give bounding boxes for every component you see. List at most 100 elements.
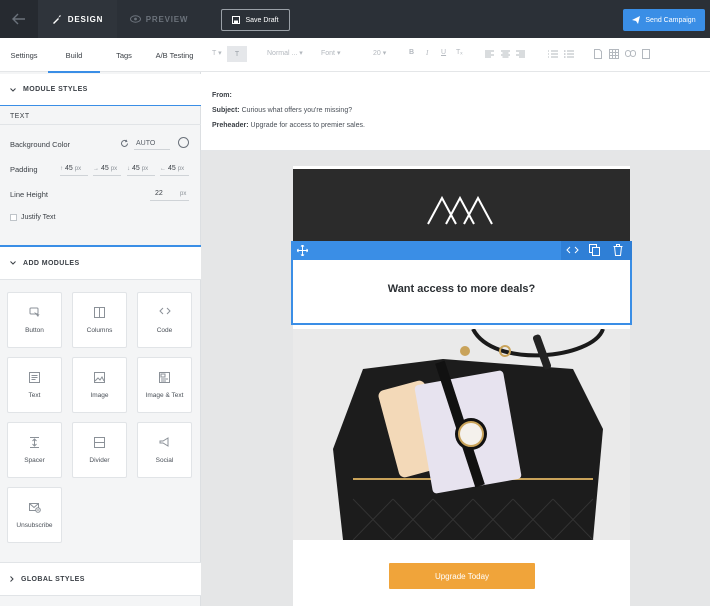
back-button[interactable] (0, 0, 38, 38)
module-actions (561, 241, 632, 260)
send-campaign-label: Send Campaign (645, 16, 696, 24)
justify-text-checkbox[interactable] (10, 214, 17, 221)
text-bg-color-button[interactable]: T (227, 46, 247, 62)
font-dropdown[interactable]: Font ▾ (321, 49, 340, 57)
email-headline[interactable]: Want access to more deals? (293, 283, 630, 295)
code-view-icon[interactable] (566, 246, 579, 254)
preheader-label: Preheader: (212, 122, 249, 129)
arrow-right-icon: → (93, 166, 99, 172)
product-photo[interactable] (293, 329, 630, 540)
bullet-list-icon[interactable] (564, 50, 574, 58)
tab-design-label: DESIGN (67, 14, 104, 24)
clear-format-button[interactable]: Tₓ (456, 49, 463, 56)
preheader-row[interactable]: Preheader: Upgrade for access to premier… (212, 122, 365, 129)
more-options-icon[interactable] (642, 49, 650, 59)
field-underline (93, 175, 121, 176)
upgrade-button[interactable]: Upgrade Today (389, 563, 535, 589)
module-image-text[interactable]: Image & Text (137, 357, 192, 413)
font-size-value: 20 (373, 50, 381, 57)
module-code[interactable]: Code (137, 292, 192, 348)
text-color-dropdown[interactable]: T ▾ (212, 49, 222, 57)
move-icon[interactable] (297, 245, 308, 256)
align-right-icon[interactable] (516, 50, 525, 58)
document-icon[interactable] (594, 49, 602, 59)
module-label: Image & Text (145, 392, 184, 399)
module-label: Button (25, 327, 44, 334)
global-styles-heading: GLOBAL STYLES (21, 575, 85, 583)
padding-bottom-field[interactable]: ↓ 45 px (127, 165, 148, 172)
add-modules-header[interactable]: ADD MODULES (0, 247, 201, 280)
link-icon[interactable] (625, 50, 636, 57)
columns-icon (94, 307, 105, 318)
button-icon (29, 307, 40, 317)
module-button[interactable]: Button (7, 292, 62, 348)
save-draft-label: Save Draft (245, 16, 279, 24)
module-unsubscribe[interactable]: Unsubscribe (7, 487, 62, 543)
padding-label: Padding (10, 165, 38, 174)
logo-block[interactable] (293, 169, 630, 241)
brush-icon (52, 15, 61, 24)
tab-design[interactable]: DESIGN (38, 0, 117, 38)
module-label: Spacer (24, 457, 45, 464)
module-label: Divider (89, 457, 110, 464)
text-section-label: TEXT (10, 113, 30, 120)
module-divider[interactable]: Divider (72, 422, 127, 478)
tab-preview[interactable]: PREVIEW (117, 0, 201, 38)
module-image[interactable]: Image (72, 357, 127, 413)
padding-left-value: 45 (168, 165, 176, 172)
chevron-right-icon (10, 576, 14, 582)
global-styles-header[interactable]: GLOBAL STYLES (0, 562, 201, 596)
paragraph-style-value: Normal ... (267, 50, 298, 57)
tab-ab-testing[interactable]: A/B Testing (148, 38, 201, 72)
field-underline (160, 175, 189, 176)
font-size-dropdown[interactable]: 20 ▾ (373, 49, 386, 57)
module-text[interactable]: Text (7, 357, 62, 413)
padding-top-value: 45 (65, 165, 73, 172)
color-swatch[interactable] (178, 137, 189, 148)
line-height-value[interactable]: 22 (155, 190, 163, 197)
image-icon (94, 372, 105, 383)
align-left-icon[interactable] (485, 50, 494, 58)
trash-icon[interactable] (613, 244, 623, 256)
tab-settings[interactable]: Settings (0, 38, 48, 72)
duplicate-icon[interactable] (589, 244, 600, 256)
bold-button[interactable]: B (409, 49, 414, 56)
subject-label: Subject: (212, 107, 240, 114)
send-icon (632, 16, 641, 24)
tab-build[interactable]: Build (48, 38, 100, 73)
refresh-icon[interactable] (120, 139, 129, 148)
padding-top-field[interactable]: ↑ 45 px (60, 165, 81, 172)
subject-row[interactable]: Subject: Curious what offers you're miss… (212, 107, 352, 114)
send-campaign-button[interactable]: Send Campaign (623, 9, 705, 31)
align-center-icon[interactable] (501, 50, 510, 58)
arrow-up-icon: ↑ (60, 166, 63, 172)
tab-tags[interactable]: Tags (100, 38, 148, 72)
underline-button[interactable]: U (441, 49, 446, 56)
module-styles-header[interactable]: MODULE STYLES (0, 74, 201, 106)
from-row[interactable]: From: (212, 92, 232, 99)
ordered-list-icon[interactable] (548, 50, 558, 58)
line-height-unit: px (180, 191, 187, 197)
paragraph-style-dropdown[interactable]: Normal ... ▾ (267, 49, 303, 57)
field-underline (60, 175, 88, 176)
unsubscribe-icon (28, 503, 41, 513)
module-label: Unsubscribe (16, 522, 53, 529)
module-spacer[interactable]: Spacer (7, 422, 62, 478)
padding-right-field[interactable]: → 45 px (93, 165, 117, 172)
justify-text-label: Justify Text (21, 214, 56, 221)
field-underline (127, 175, 155, 176)
handbag-image (293, 329, 630, 540)
background-color-value[interactable]: AUTO (136, 140, 155, 147)
email-meta: From: Subject: Curious what offers you'r… (201, 72, 710, 151)
top-bar: DESIGN PREVIEW Save Draft Send Campaign (0, 0, 710, 38)
preheader-value: Upgrade for access to premier sales. (250, 122, 365, 129)
padding-left-field[interactable]: ← 45 px (160, 165, 184, 172)
save-draft-button[interactable]: Save Draft (221, 9, 290, 31)
table-icon[interactable] (609, 49, 619, 59)
padding-unit: px (177, 166, 185, 172)
module-columns[interactable]: Columns (72, 292, 127, 348)
italic-button[interactable]: I (426, 49, 428, 57)
padding-unit: px (74, 166, 82, 172)
module-social[interactable]: Social (137, 422, 192, 478)
font-value: Font (321, 50, 336, 57)
